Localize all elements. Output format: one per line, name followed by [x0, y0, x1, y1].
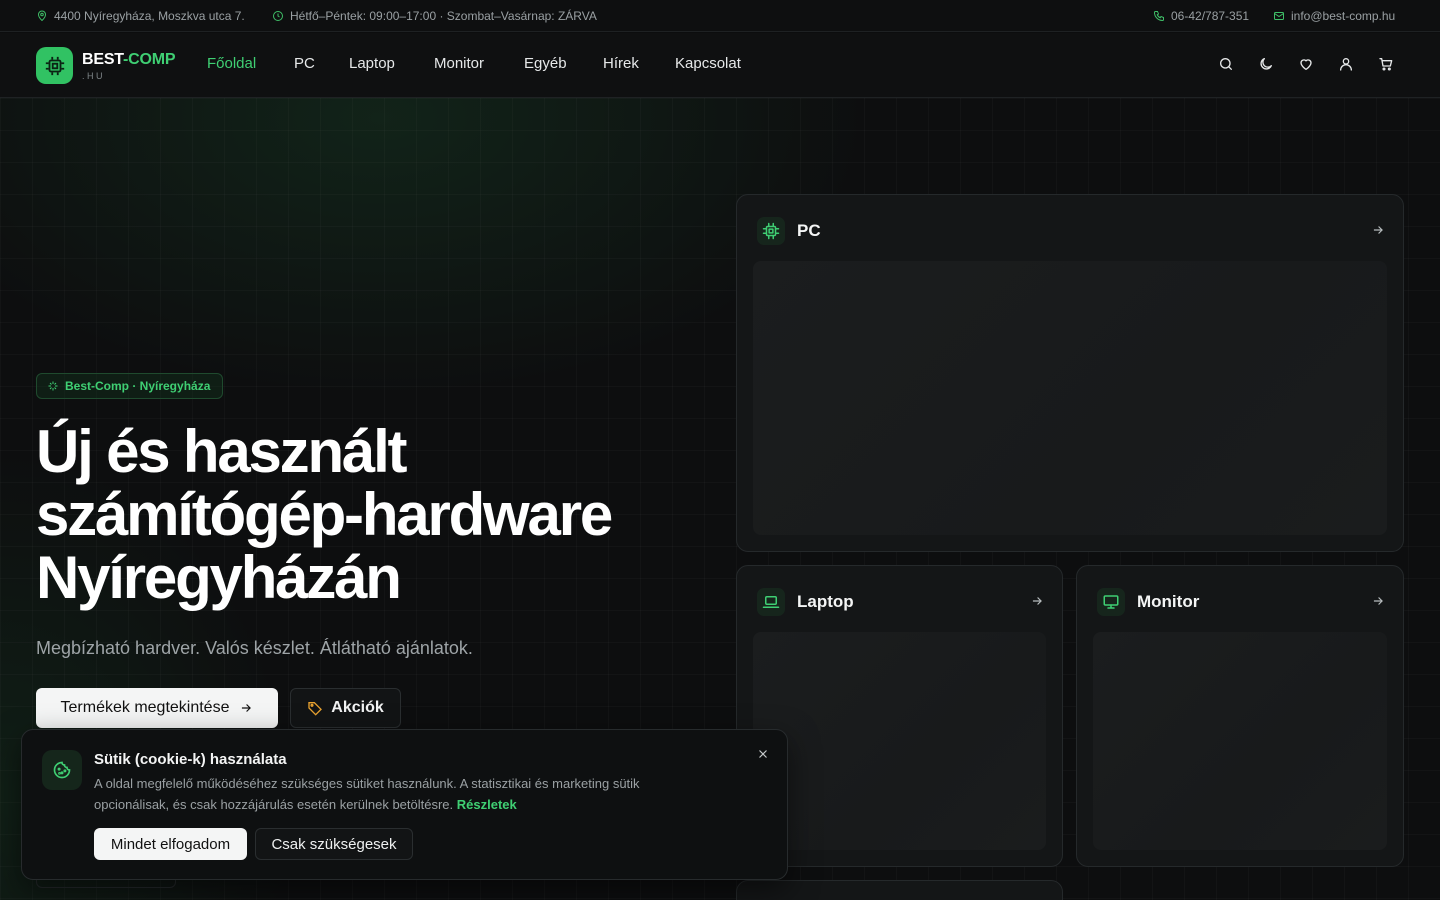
arrow-right-icon	[1371, 594, 1385, 608]
arrow-right-icon	[239, 701, 253, 715]
address-text: 4400 Nyíregyháza, Moszkva utca 7.	[54, 9, 245, 23]
deals-button[interactable]: Akciók	[290, 688, 401, 728]
category-title-monitor: Monitor	[1137, 592, 1200, 611]
view-products-label: Termékek megtekintése	[60, 699, 230, 716]
logo-part-best: BEST	[82, 51, 123, 68]
heart-icon[interactable]	[1298, 56, 1316, 74]
user-icon[interactable]	[1338, 56, 1356, 74]
email-text: info@best-comp.hu	[1291, 9, 1396, 23]
necessary-cookies-only-button[interactable]: Csak szükségesek	[255, 828, 413, 860]
close-icon[interactable]	[756, 747, 770, 761]
cpu-icon	[757, 217, 785, 245]
main-navigation: BEST-COMP .HU Főoldal PC Laptop Monitor …	[0, 33, 1440, 98]
nav-link-kapcsolat[interactable]: Kapcsolat	[675, 55, 741, 72]
nav-link-fooldal[interactable]: Főoldal	[207, 55, 256, 72]
logo-part-comp: -COMP	[123, 51, 176, 68]
location-badge: Best-Comp · Nyíregyháza	[36, 373, 224, 399]
phone-link[interactable]: 06-42/787-351	[1153, 9, 1249, 23]
hours-text: Hétfő–Péntek: 09:00–17:00 · Szombat–Vasá…	[290, 9, 597, 23]
category-card-partial[interactable]	[736, 880, 1063, 900]
category-image-placeholder	[753, 632, 1046, 850]
moon-icon[interactable]	[1258, 56, 1276, 74]
view-products-button[interactable]: Termékek megtekintése	[36, 688, 278, 728]
cookie-consent-banner: Sütik (cookie-k) használata A oldal megf…	[21, 729, 788, 880]
email-link[interactable]: info@best-comp.hu	[1273, 9, 1395, 23]
logo-domain: .HU	[82, 71, 105, 81]
category-card-monitor[interactable]: Monitor	[1076, 565, 1404, 867]
hero-title: Új és használt számítógép-hardware Nyíre…	[36, 418, 613, 611]
arrow-right-icon	[1030, 594, 1044, 608]
monitor-icon	[1097, 588, 1125, 616]
category-image-placeholder	[753, 261, 1387, 535]
top-info-bar: 4400 Nyíregyháza, Moszkva utca 7. Hétfő–…	[0, 0, 1440, 32]
opening-hours: Hétfő–Péntek: 09:00–17:00 · Szombat–Vasá…	[272, 9, 597, 23]
cookie-title: Sütik (cookie-k) használata	[94, 751, 287, 768]
sparkle-icon	[47, 380, 59, 392]
cart-icon[interactable]	[1378, 56, 1396, 74]
search-icon[interactable]	[1218, 56, 1236, 74]
nav-link-laptop[interactable]: Laptop	[349, 55, 395, 72]
category-image-placeholder	[1093, 632, 1387, 850]
nav-link-hirek[interactable]: Hírek	[603, 55, 639, 72]
nav-link-pc[interactable]: PC	[294, 55, 315, 72]
phone-text: 06-42/787-351	[1171, 9, 1250, 23]
address-info: 4400 Nyíregyháza, Moszkva utca 7.	[36, 9, 245, 23]
category-card-pc[interactable]: PC	[736, 194, 1404, 552]
logo-wordmark[interactable]: BEST-COMP	[82, 51, 176, 69]
cookie-details-link[interactable]: Részletek	[457, 797, 517, 812]
category-title-pc: PC	[797, 221, 821, 240]
tag-icon	[307, 700, 323, 716]
badge-text: Best-Comp · Nyíregyháza	[65, 379, 211, 393]
cookie-description-text: A oldal megfelelő működéséhez szükséges …	[94, 776, 640, 812]
clock-icon	[272, 10, 284, 22]
accept-all-cookies-button[interactable]: Mindet elfogadom	[94, 828, 247, 860]
logo-mark[interactable]	[36, 47, 73, 84]
arrow-right-icon	[1371, 223, 1385, 237]
nav-link-egyeb[interactable]: Egyéb	[524, 55, 567, 72]
category-title-laptop: Laptop	[797, 592, 854, 611]
deals-label: Akciók	[331, 699, 384, 716]
laptop-icon	[757, 588, 785, 616]
phone-icon	[1153, 10, 1165, 22]
mail-icon	[1273, 10, 1285, 22]
map-pin-icon	[36, 10, 48, 22]
cookie-description: A oldal megfelelő működéséhez szükséges …	[94, 773, 714, 815]
cpu-logo-icon	[44, 55, 66, 77]
hero-subtitle: Megbízható hardver. Valós készlet. Átlát…	[36, 638, 473, 658]
nav-link-monitor[interactable]: Monitor	[434, 55, 484, 72]
cookie-icon	[42, 750, 82, 790]
